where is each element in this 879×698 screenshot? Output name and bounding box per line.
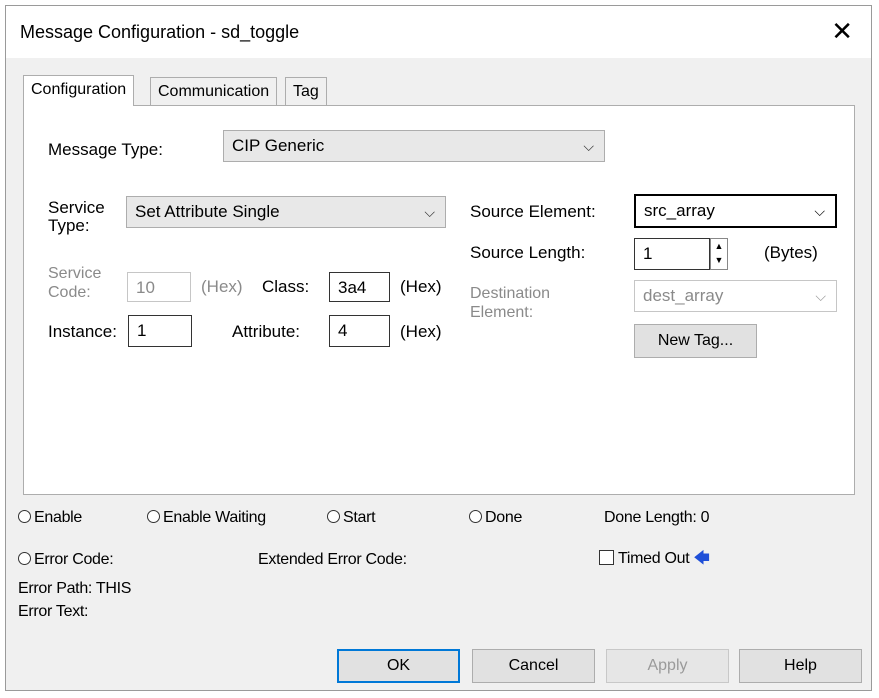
- radio-icon: [18, 510, 31, 523]
- source-element-label: Source Element:: [470, 202, 596, 221]
- chevron-down-icon: ⌵: [583, 138, 594, 154]
- start-status: Start: [327, 509, 376, 527]
- destination-element-select[interactable]: dest_array ⌵: [634, 280, 837, 312]
- chevron-down-icon: ⌵: [814, 203, 825, 219]
- done-status: Done: [469, 509, 522, 527]
- class-label: Class:: [262, 277, 310, 296]
- service-code-label-line2: Code:: [48, 284, 91, 301]
- radio-icon: [469, 510, 482, 523]
- help-button[interactable]: Help: [739, 649, 862, 683]
- message-configuration-dialog: Message Configuration - sd_toggle ✕ Conf…: [5, 5, 872, 691]
- destination-label-line1: Destination: [470, 285, 551, 302]
- timed-out-label: Timed Out: [618, 550, 690, 567]
- destination-label-line2: Element:: [470, 304, 534, 321]
- error-path: Error Path: THIS: [18, 580, 132, 597]
- service-type-label-line2: Type:: [48, 216, 90, 235]
- destination-element-value: dest_array: [643, 286, 724, 305]
- apply-button[interactable]: Apply: [606, 649, 729, 683]
- attribute-label: Attribute:: [232, 322, 301, 341]
- radio-icon: [18, 552, 31, 565]
- enable-waiting-label: Enable Waiting: [163, 509, 266, 526]
- instance-input[interactable]: 1: [128, 315, 192, 347]
- spin-down-icon[interactable]: ▼: [711, 253, 727, 267]
- attribute-hex-label: (Hex): [400, 322, 442, 341]
- class-hex-label: (Hex): [400, 277, 442, 296]
- enable-status: Enable: [18, 509, 82, 527]
- attribute-input[interactable]: 4: [329, 315, 390, 347]
- done-label: Done: [485, 509, 523, 526]
- error-code-label: Error Code:: [34, 551, 114, 568]
- cancel-button[interactable]: Cancel: [472, 649, 595, 683]
- service-code-label-line1: Service: [48, 265, 102, 282]
- configuration-panel: Message Type: CIP Generic ⌵ Service Type…: [23, 105, 855, 495]
- class-input[interactable]: 3a4: [329, 272, 390, 302]
- source-element-select[interactable]: src_array ⌵: [634, 194, 837, 228]
- source-length-spinner[interactable]: ▲ ▼: [710, 238, 728, 270]
- tab-tag[interactable]: Tag: [285, 77, 327, 105]
- close-icon[interactable]: ✕: [831, 16, 853, 47]
- service-code-input[interactable]: 10: [127, 272, 191, 302]
- window-title: Message Configuration - sd_toggle: [20, 22, 300, 42]
- service-type-label-line1: Service: [48, 198, 105, 217]
- bytes-label: (Bytes): [764, 243, 818, 262]
- chevron-down-icon: ⌵: [815, 288, 826, 304]
- error-code-status: Error Code:: [18, 551, 114, 569]
- checkbox-icon[interactable]: [599, 550, 614, 565]
- timed-out-checkbox[interactable]: Timed Out 🡄: [599, 547, 710, 574]
- radio-icon: [147, 510, 160, 523]
- radio-icon: [327, 510, 340, 523]
- service-type-select[interactable]: Set Attribute Single ⌵: [126, 196, 446, 228]
- start-label: Start: [343, 509, 376, 526]
- message-type-value: CIP Generic: [232, 136, 325, 155]
- message-type-label: Message Type:: [48, 140, 163, 159]
- chevron-down-icon: ⌵: [424, 204, 435, 220]
- extended-error-code-label: Extended Error Code:: [258, 551, 407, 568]
- source-length-label: Source Length:: [470, 243, 586, 262]
- spin-up-icon[interactable]: ▲: [711, 239, 727, 253]
- arrow-left-icon: 🡄: [693, 550, 710, 567]
- enable-label: Enable: [34, 509, 83, 526]
- service-type-value: Set Attribute Single: [135, 202, 280, 221]
- tab-configuration[interactable]: Configuration: [23, 75, 135, 106]
- done-length: Done Length: 0: [604, 509, 710, 526]
- ok-button[interactable]: OK: [337, 649, 460, 683]
- message-type-select[interactable]: CIP Generic ⌵: [223, 130, 605, 162]
- enable-waiting-status: Enable Waiting: [147, 509, 266, 527]
- error-text: Error Text:: [18, 603, 89, 620]
- instance-label: Instance:: [48, 322, 117, 341]
- source-element-value: src_array: [644, 201, 715, 220]
- service-code-hex-label: (Hex): [201, 277, 243, 296]
- new-tag-button[interactable]: New Tag...: [634, 324, 757, 358]
- source-length-input[interactable]: 1: [634, 238, 710, 270]
- title-bar: Message Configuration - sd_toggle ✕: [6, 6, 871, 58]
- tab-communication[interactable]: Communication: [150, 77, 278, 105]
